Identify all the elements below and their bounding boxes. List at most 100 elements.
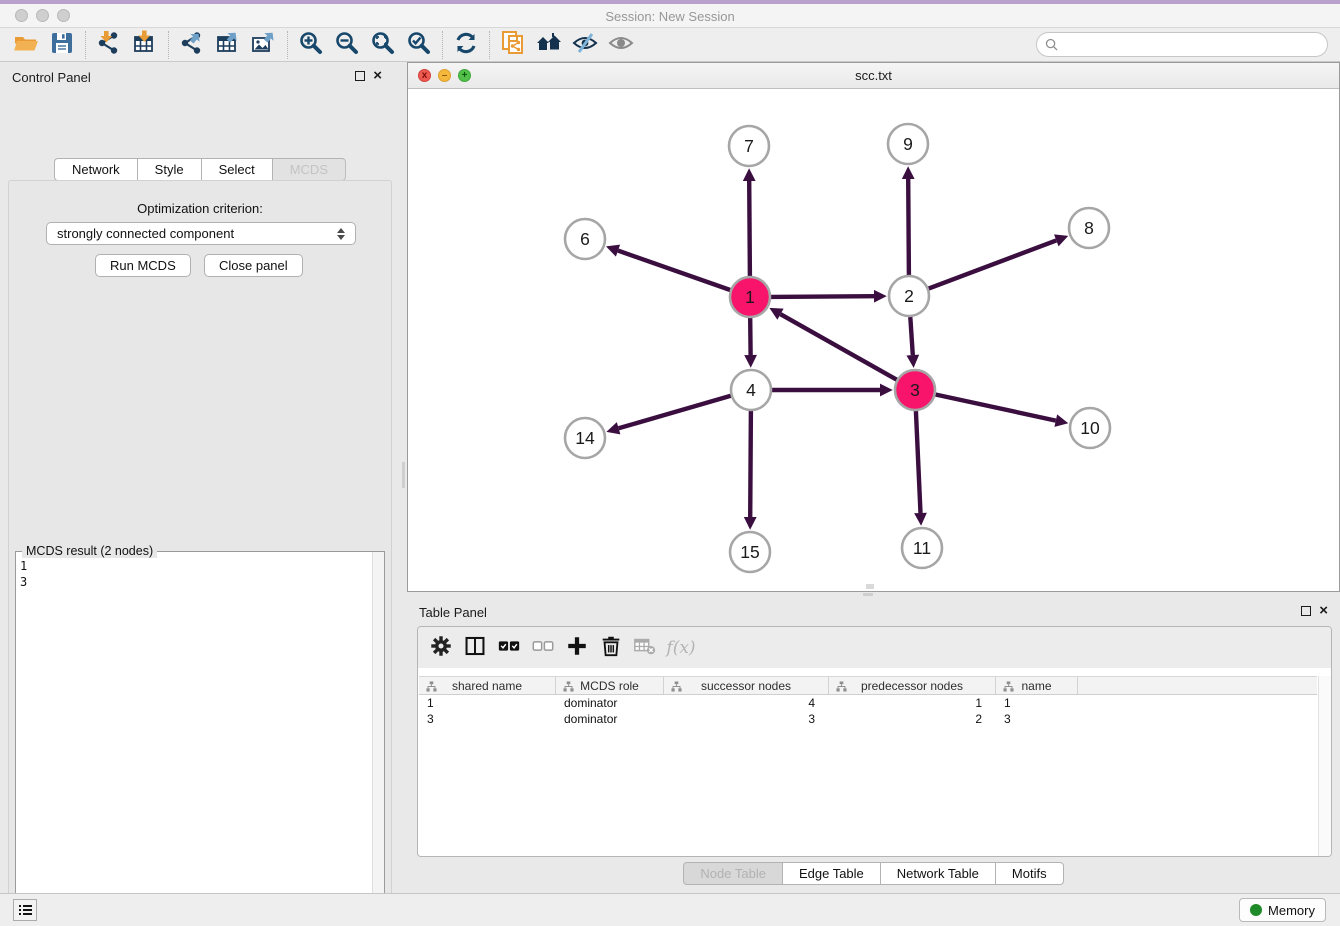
tab-motifs[interactable]: Motifs [995, 862, 1064, 885]
canvas-resize-grip[interactable] [866, 584, 874, 589]
task-history-button[interactable] [13, 899, 37, 921]
edge-3-10[interactable] [936, 395, 1056, 421]
import-table-icon [132, 30, 158, 59]
table-cell[interactable]: 1 [419, 695, 556, 711]
table-row[interactable]: 1dominator411 [419, 695, 1317, 711]
table-cell[interactable]: dominator [556, 711, 664, 727]
settings-gear-button[interactable] [426, 633, 456, 663]
table-cell[interactable]: 3 [664, 711, 829, 727]
toggle-columns-button[interactable] [460, 633, 490, 663]
home-button[interactable] [531, 30, 567, 60]
graph-node-9[interactable]: 9 [888, 124, 928, 164]
column-header-predecessor-nodes[interactable]: predecessor nodes [829, 677, 996, 694]
splitter-handle[interactable] [402, 462, 405, 488]
mcds-result-text[interactable]: 1 3 [20, 558, 27, 590]
edge-4-14[interactable] [619, 396, 731, 429]
close-panel-button[interactable]: Close panel [204, 254, 303, 277]
float-panel-icon[interactable] [355, 71, 365, 81]
column-label: MCDS role [580, 679, 639, 693]
close-panel-icon[interactable]: × [1319, 606, 1328, 616]
edge-4-15[interactable] [750, 411, 751, 517]
table-cell[interactable]: 3 [419, 711, 556, 727]
float-panel-icon[interactable] [1301, 606, 1311, 616]
tab-style[interactable]: Style [137, 158, 201, 181]
edge-1-2[interactable] [771, 296, 874, 297]
mcds-result-box: MCDS result (2 nodes) 1 3 [15, 551, 385, 926]
clone-network-button[interactable] [495, 30, 531, 60]
deselect-all-button[interactable] [528, 633, 558, 663]
zoom-selected-button[interactable] [401, 30, 437, 60]
open-session-button[interactable] [8, 30, 44, 60]
column-header-name[interactable]: name [996, 677, 1078, 694]
tab-select[interactable]: Select [201, 158, 272, 181]
table-cell[interactable]: 3 [996, 711, 1078, 727]
zoom-out-button[interactable] [329, 30, 365, 60]
splitter-handle[interactable] [863, 593, 873, 596]
select-spinner-icon [337, 228, 345, 240]
import-network-button[interactable] [91, 30, 127, 60]
tab-network[interactable]: Network [54, 158, 137, 181]
settings-gear-icon [430, 635, 452, 660]
save-session-button[interactable] [44, 30, 80, 60]
hide-details-button[interactable] [567, 30, 603, 60]
delete-row-button[interactable] [596, 633, 626, 663]
control-panel-title: Control Panel [12, 70, 91, 85]
graph-node-8[interactable]: 8 [1069, 208, 1109, 248]
graph-node-10[interactable]: 10 [1070, 408, 1110, 448]
tab-mcds[interactable]: MCDS [272, 158, 346, 181]
tab-network-table[interactable]: Network Table [880, 862, 995, 885]
column-header-MCDS-role[interactable]: MCDS role [556, 677, 664, 694]
table-row[interactable]: 3dominator323 [419, 711, 1317, 727]
select-all-button[interactable] [494, 633, 524, 663]
vertical-splitter[interactable] [400, 62, 407, 893]
search-input[interactable] [1063, 35, 1327, 55]
export-table-button[interactable] [210, 30, 246, 60]
edge-2-8[interactable] [929, 240, 1057, 288]
graph-node-2[interactable]: 2 [889, 276, 929, 316]
column-header-shared-name[interactable]: shared name [419, 677, 556, 694]
edge-2-3[interactable] [910, 317, 913, 355]
graph-node-3[interactable]: 3 [895, 370, 935, 410]
tab-edge-table[interactable]: Edge Table [782, 862, 880, 885]
table-cell[interactable]: dominator [556, 695, 664, 711]
graph-node-1[interactable]: 1 [730, 277, 770, 317]
column-header-successor-nodes[interactable]: successor nodes [664, 677, 829, 694]
add-row-button[interactable] [562, 633, 592, 663]
table-cell[interactable]: 1 [996, 695, 1078, 711]
toolbar-separator [85, 31, 86, 59]
network-graph[interactable]: 1 2 3 4 6 7 8 9 10 11 14 15 [408, 89, 1339, 591]
graph-node-11[interactable]: 11 [902, 528, 942, 568]
run-mcds-button[interactable]: Run MCDS [95, 254, 191, 277]
zoom-in-icon [298, 30, 324, 59]
search-box[interactable] [1036, 32, 1328, 57]
edge-2-9[interactable] [908, 179, 909, 275]
zoom-in-button[interactable] [293, 30, 329, 60]
table-cell[interactable]: 1 [829, 695, 996, 711]
refresh-button[interactable] [448, 30, 484, 60]
hierarchy-icon [1003, 681, 1014, 695]
export-network-button[interactable] [174, 30, 210, 60]
edge-1-6[interactable] [618, 251, 730, 290]
export-image-button[interactable] [246, 30, 282, 60]
edge-3-1[interactable] [781, 314, 897, 380]
table-cell[interactable]: 4 [664, 695, 829, 711]
criterion-select[interactable]: strongly connected component [46, 222, 356, 245]
edge-3-11[interactable] [916, 411, 921, 513]
graph-node-6[interactable]: 6 [565, 219, 605, 259]
edge-1-7[interactable] [749, 181, 750, 276]
table-scrollbar[interactable] [1318, 676, 1331, 856]
import-table-button[interactable] [127, 30, 163, 60]
show-eye-button[interactable] [603, 30, 639, 60]
network-view-titlebar[interactable]: x – + scc.txt [408, 63, 1339, 89]
close-panel-icon[interactable]: × [373, 71, 382, 81]
tab-node-table[interactable]: Node Table [683, 862, 782, 885]
graph-node-7[interactable]: 7 [729, 126, 769, 166]
hierarchy-icon [671, 681, 682, 695]
graph-node-15[interactable]: 15 [730, 532, 770, 572]
graph-node-14[interactable]: 14 [565, 418, 605, 458]
result-scrollbar[interactable] [372, 552, 384, 926]
zoom-fit-button[interactable] [365, 30, 401, 60]
memory-button[interactable]: Memory [1239, 898, 1326, 922]
graph-node-4[interactable]: 4 [731, 370, 771, 410]
table-cell[interactable]: 2 [829, 711, 996, 727]
